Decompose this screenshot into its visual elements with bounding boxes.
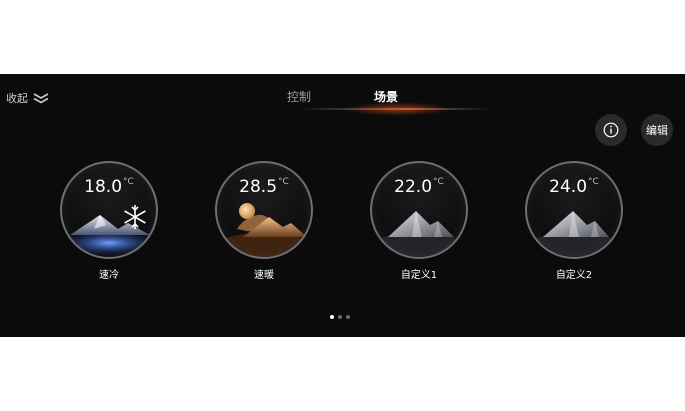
scene-card-quick-cool[interactable]: 18.0°C 速冷 [59,161,159,281]
tab-control[interactable]: 控制 [287,88,311,105]
warm-mountain-illustration [218,203,310,257]
page-dot[interactable] [330,315,334,319]
tab-bar: 控制 场景 [0,88,685,118]
page-dot[interactable] [338,315,342,319]
scene-card-custom-2[interactable]: 24.0°C 自定义2 [524,161,624,281]
mountain-icon [528,211,620,257]
tab-scene[interactable]: 场景 [374,88,398,105]
snowy-mountain-illustration [63,205,155,255]
scene-circle: 24.0°C [525,161,623,259]
scene-label: 速暖 [254,270,274,281]
scene-card-quick-heat[interactable]: 28.5°C 速暖 [214,161,314,281]
climate-scene-panel: 收起 控制 场景 编辑 18.0°C 速冷 28.5°C 速暖 22.0°C 自… [0,74,685,337]
scene-circle: 28.5°C [215,161,313,259]
scene-card-custom-1[interactable]: 22.0°C 自定义1 [369,161,469,281]
info-button[interactable] [595,114,627,146]
scene-label: 自定义2 [555,270,593,281]
scene-label: 速冷 [99,270,119,281]
edit-label: 编辑 [646,124,668,137]
pagination-dots [330,315,350,319]
mountain-icon [373,211,465,257]
scene-circle: 18.0°C [60,161,158,259]
page-dot[interactable] [346,315,350,319]
edit-button[interactable]: 编辑 [641,114,673,146]
active-tab-indicator [300,108,490,110]
scene-label: 自定义1 [400,270,438,281]
scene-circle: 22.0°C [370,161,468,259]
info-icon [603,122,619,138]
